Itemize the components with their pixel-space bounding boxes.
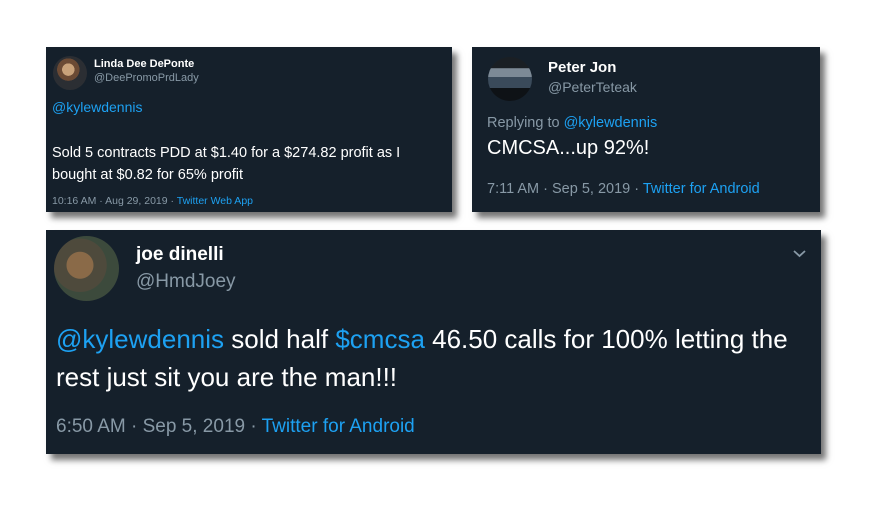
user-handle[interactable]: @HmdJoey	[136, 271, 236, 293]
tweet-card-peter: Peter Jon @PeterTeteak Replying to @kyle…	[472, 47, 820, 212]
tweet-text: @kylewdennis sold half $cmcsa 46.50 call…	[56, 320, 816, 396]
tweet-card-joe: joe dinelli @HmdJoey @kylewdennis sold h…	[46, 230, 821, 454]
user-handle[interactable]: @DeePromoPrdLady	[94, 72, 199, 84]
tweet-meta: 7:11 AM · Sep 5, 2019 · Twitter for Andr…	[487, 181, 760, 197]
source-link[interactable]: Twitter Web App	[177, 195, 253, 207]
display-name[interactable]: joe dinelli	[136, 244, 224, 266]
mention-link[interactable]: @kylewdennis	[52, 99, 142, 115]
tweet-text: CMCSA...up 92%!	[487, 137, 650, 159]
timestamp[interactable]: 6:50 AM · Sep 5, 2019 ·	[56, 416, 262, 437]
tweet-card-linda: Linda Dee DePonte @DeePromoPrdLady @kyle…	[46, 47, 452, 212]
tweet-meta: 6:50 AM · Sep 5, 2019 · Twitter for Andr…	[56, 416, 415, 438]
chevron-down-icon[interactable]	[792, 246, 807, 261]
cashtag-link[interactable]: $cmcsa	[335, 324, 425, 354]
tweet-meta: 10:16 AM · Aug 29, 2019 · Twitter Web Ap…	[52, 195, 253, 207]
mention-link[interactable]: @kylewdennis	[56, 324, 224, 354]
source-link[interactable]: Twitter for Android	[262, 416, 415, 437]
avatar[interactable]	[53, 56, 87, 90]
timestamp[interactable]: 10:16 AM · Aug 29, 2019 ·	[52, 195, 177, 207]
avatar[interactable]	[488, 57, 532, 101]
user-handle[interactable]: @PeterTeteak	[548, 79, 637, 95]
replying-to: Replying to @kylewdennis	[487, 115, 657, 131]
display-name[interactable]: Linda Dee DePonte	[94, 58, 194, 70]
tweet-text-part: sold half	[224, 324, 336, 354]
source-link[interactable]: Twitter for Android	[643, 181, 760, 197]
tweet-text: Sold 5 contracts PDD at $1.40 for a $274…	[52, 145, 401, 183]
avatar[interactable]	[54, 236, 119, 301]
replying-prefix: Replying to	[487, 115, 564, 131]
display-name[interactable]: Peter Jon	[548, 59, 616, 76]
mention-link[interactable]: @kylewdennis	[564, 115, 658, 131]
timestamp[interactable]: 7:11 AM · Sep 5, 2019 ·	[487, 181, 643, 197]
